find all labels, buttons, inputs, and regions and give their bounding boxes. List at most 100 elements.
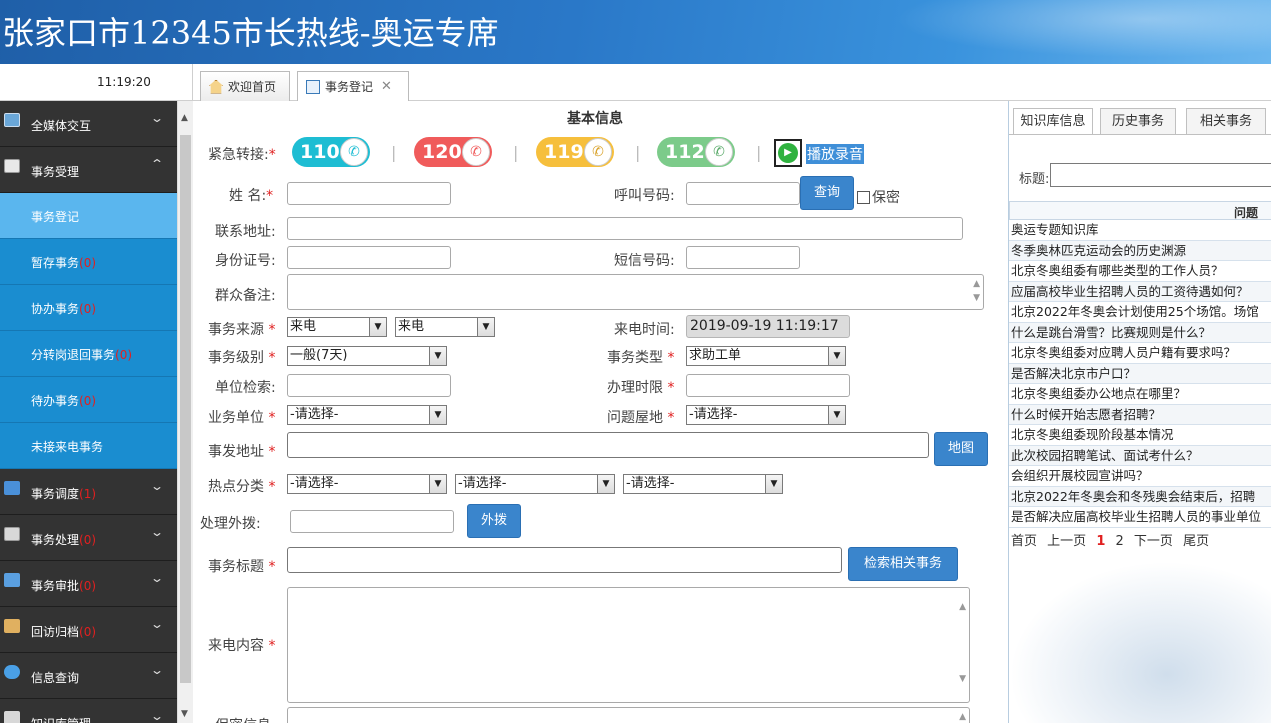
pager-page-2[interactable]: 2 xyxy=(1116,534,1124,549)
sidebar-item-register[interactable]: 事务登记 xyxy=(0,193,177,239)
search-related-button[interactable]: 检索相关事务 xyxy=(848,547,958,581)
list-item[interactable]: 北京冬奥组委现阶段基本情况 xyxy=(1009,425,1271,446)
id-number-input[interactable] xyxy=(287,246,451,269)
secret-info-textarea[interactable]: ▲ xyxy=(287,707,970,723)
tab-register[interactable]: 事务登记 ✕ xyxy=(297,71,409,101)
divider: | xyxy=(756,143,762,162)
secret-info-label: 保密信息 xyxy=(215,715,271,723)
query-button[interactable]: 查询 xyxy=(800,176,854,210)
scroll-up-icon[interactable]: ▲ xyxy=(959,600,966,614)
dial-input[interactable] xyxy=(290,510,454,533)
sidebar-item-todo[interactable]: 待办事务(0) xyxy=(0,377,177,423)
register-form: 基本信息 紧急转接:* 110 ✆ | 120 ✆ | 119 ✆ | 112 … xyxy=(193,101,1008,723)
close-icon[interactable]: ✕ xyxy=(381,79,392,94)
list-item[interactable]: 北京冬奥组委办公地点在哪里？ xyxy=(1009,384,1271,405)
content-textarea[interactable]: ▲ ▼ xyxy=(287,587,970,703)
pager-last[interactable]: 尾页 xyxy=(1183,534,1209,549)
list-item[interactable]: 什么时候开始志愿者招聘？ xyxy=(1009,404,1271,425)
play-recording-label[interactable]: 播放录音 xyxy=(806,144,864,164)
secret-checkbox[interactable]: 保密 xyxy=(857,187,900,207)
biz-unit-select[interactable]: -请选择- ▼ xyxy=(287,405,447,425)
tab-welcome[interactable]: 欢迎首页 xyxy=(200,71,290,101)
source-label: 事务来源 * xyxy=(208,322,276,338)
pager-prev[interactable]: 上一页 xyxy=(1047,534,1086,549)
transfer-110-button[interactable]: 110 ✆ xyxy=(292,137,370,167)
chevron-down-icon: ▼ xyxy=(828,406,845,424)
list-item[interactable]: 北京冬奥组委有哪些类型的工作人员？ xyxy=(1009,261,1271,282)
scroll-up-icon[interactable]: ▲ xyxy=(181,113,191,123)
play-recording-button[interactable]: ▶ xyxy=(774,139,802,167)
remark-textarea[interactable]: ▲ ▼ xyxy=(287,274,984,310)
sidebar-group-label: 全媒体交互 xyxy=(31,119,92,133)
address-label: 联系地址: xyxy=(215,224,276,240)
hot-category-select-2[interactable]: -请选择- ▼ xyxy=(455,474,615,494)
list-item[interactable]: 冬季奥林匹克运动会的历史渊源 xyxy=(1009,240,1271,261)
accept-icon xyxy=(4,159,20,173)
chevron-up-icon: ⌃ xyxy=(149,157,165,171)
unit-search-input[interactable] xyxy=(287,374,451,397)
source-select-2[interactable]: 来电 ▼ xyxy=(395,317,495,337)
transfer-120-button[interactable]: 120 ✆ xyxy=(414,137,492,167)
hot-category-select-1[interactable]: -请选择- ▼ xyxy=(287,474,447,494)
dial-button[interactable]: 外拨 xyxy=(467,504,521,538)
tab-knowledge[interactable]: 知识库信息 xyxy=(1013,108,1093,134)
list-item[interactable]: 北京冬奥组委对应聘人员户籍有要求吗？ xyxy=(1009,343,1271,364)
count-badge: (0) xyxy=(79,533,97,547)
list-item[interactable]: 北京2022年冬奥会和冬残奥会结束后，招聘 xyxy=(1009,486,1271,507)
list-item[interactable]: 会组织开展校园宣讲吗？ xyxy=(1009,466,1271,487)
tab-related[interactable]: 相关事务 xyxy=(1186,108,1266,134)
address-input[interactable] xyxy=(287,217,963,240)
scroll-up-icon[interactable]: ▲ xyxy=(959,710,966,723)
event-address-input[interactable] xyxy=(287,432,929,458)
list-item[interactable]: 应届高校毕业生招聘人员的工资待遇如何？ xyxy=(1009,281,1271,302)
sidebar-item-temp[interactable]: 暂存事务(0) xyxy=(0,239,177,285)
transfer-112-button[interactable]: 112 ✆ xyxy=(657,137,735,167)
sidebar-item-assist[interactable]: 协办事务(0) xyxy=(0,285,177,331)
keyword-input[interactable] xyxy=(1050,163,1271,187)
sidebar-item-missed[interactable]: 未接来电事务 xyxy=(0,423,177,469)
subject-input[interactable] xyxy=(287,547,842,573)
map-button[interactable]: 地图 xyxy=(934,432,988,466)
hot-category-select-3[interactable]: -请选择- ▼ xyxy=(623,474,783,494)
list-item[interactable]: 是否解决北京市户口？ xyxy=(1009,363,1271,384)
divider: | xyxy=(513,143,519,162)
tab-history[interactable]: 历史事务 xyxy=(1100,108,1176,134)
pager-page-1[interactable]: 1 xyxy=(1096,534,1105,549)
transfer-119-button[interactable]: 119 ✆ xyxy=(536,137,614,167)
sidebar-group-process[interactable]: 事务处理(0) ⌄ xyxy=(0,515,177,561)
list-item[interactable]: 奥运专题知识库 xyxy=(1009,220,1271,241)
sidebar-group-archive[interactable]: 回访归档(0) ⌄ xyxy=(0,607,177,653)
call-time-input: 2019-09-19 11:19:17 xyxy=(686,315,850,338)
list-item[interactable]: 什么是跳台滑雪？比赛规则是什么？ xyxy=(1009,322,1271,343)
deadline-input[interactable] xyxy=(686,374,850,397)
sidebar-group-knowledge[interactable]: 知识库管理 ⌄ xyxy=(0,699,177,723)
caller-number-input[interactable] xyxy=(686,182,800,205)
sidebar-group-media[interactable]: 全媒体交互 ⌄ xyxy=(0,101,177,147)
name-input[interactable] xyxy=(287,182,451,205)
sms-number-input[interactable] xyxy=(686,246,800,269)
checkbox-box[interactable] xyxy=(857,190,870,204)
sidebar-item-returned[interactable]: 分转岗退回事务(0) xyxy=(0,331,177,377)
source-select-1[interactable]: 来电 ▼ xyxy=(287,317,387,337)
scrollbar-thumb[interactable] xyxy=(180,135,191,683)
pager-next[interactable]: 下一页 xyxy=(1134,534,1173,549)
type-select[interactable]: 求助工单 ▼ xyxy=(686,346,846,366)
scroll-down-icon[interactable]: ▼ xyxy=(959,672,966,686)
level-select[interactable]: 一般(7天) ▼ xyxy=(287,346,447,366)
list-item[interactable]: 是否解决应届高校毕业生招聘人员的事业单位 xyxy=(1009,507,1271,528)
chevron-down-icon: ▼ xyxy=(429,475,446,493)
knowledge-panel: 知识库信息 历史事务 相关事务 标题: 问题 奥运专题知识库 冬季奥林匹克运动会… xyxy=(1008,101,1271,723)
sidebar-group-approve[interactable]: 事务审批(0) ⌄ xyxy=(0,561,177,607)
sidebar-group-dispatch[interactable]: 事务调度(1) ⌄ xyxy=(0,469,177,515)
scroll-down-icon[interactable]: ▼ xyxy=(181,709,191,719)
sidebar-group-accept[interactable]: 事务受理 ⌃ xyxy=(0,147,177,193)
phone-icon: ✆ xyxy=(705,138,733,166)
transfer-number: 120 xyxy=(422,141,462,163)
pager-first[interactable]: 首页 xyxy=(1011,534,1037,549)
list-item[interactable]: 此次校园招聘笔试、面试考什么？ xyxy=(1009,445,1271,466)
chevron-down-icon: ▼ xyxy=(369,318,386,336)
list-item[interactable]: 北京2022年冬奥会计划使用25个场馆。场馆 xyxy=(1009,302,1271,323)
area-select[interactable]: -请选择- ▼ xyxy=(686,405,846,425)
sidebar-group-query[interactable]: 信息查询 ⌄ xyxy=(0,653,177,699)
sidebar-scrollbar[interactable]: ▲ ▼ xyxy=(177,101,193,723)
